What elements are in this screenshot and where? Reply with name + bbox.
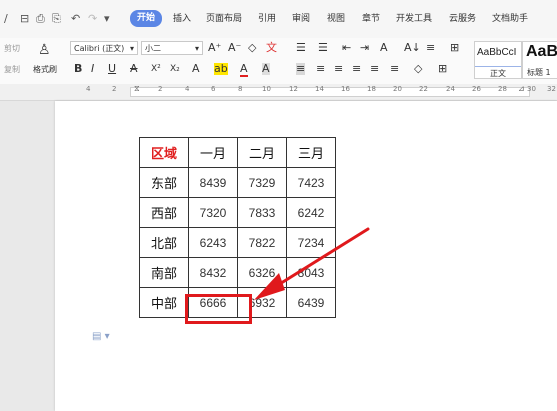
annotation-arrow-icon [254,227,370,300]
clipboard-icon[interactable]: ▤ ▾ [92,331,110,342]
